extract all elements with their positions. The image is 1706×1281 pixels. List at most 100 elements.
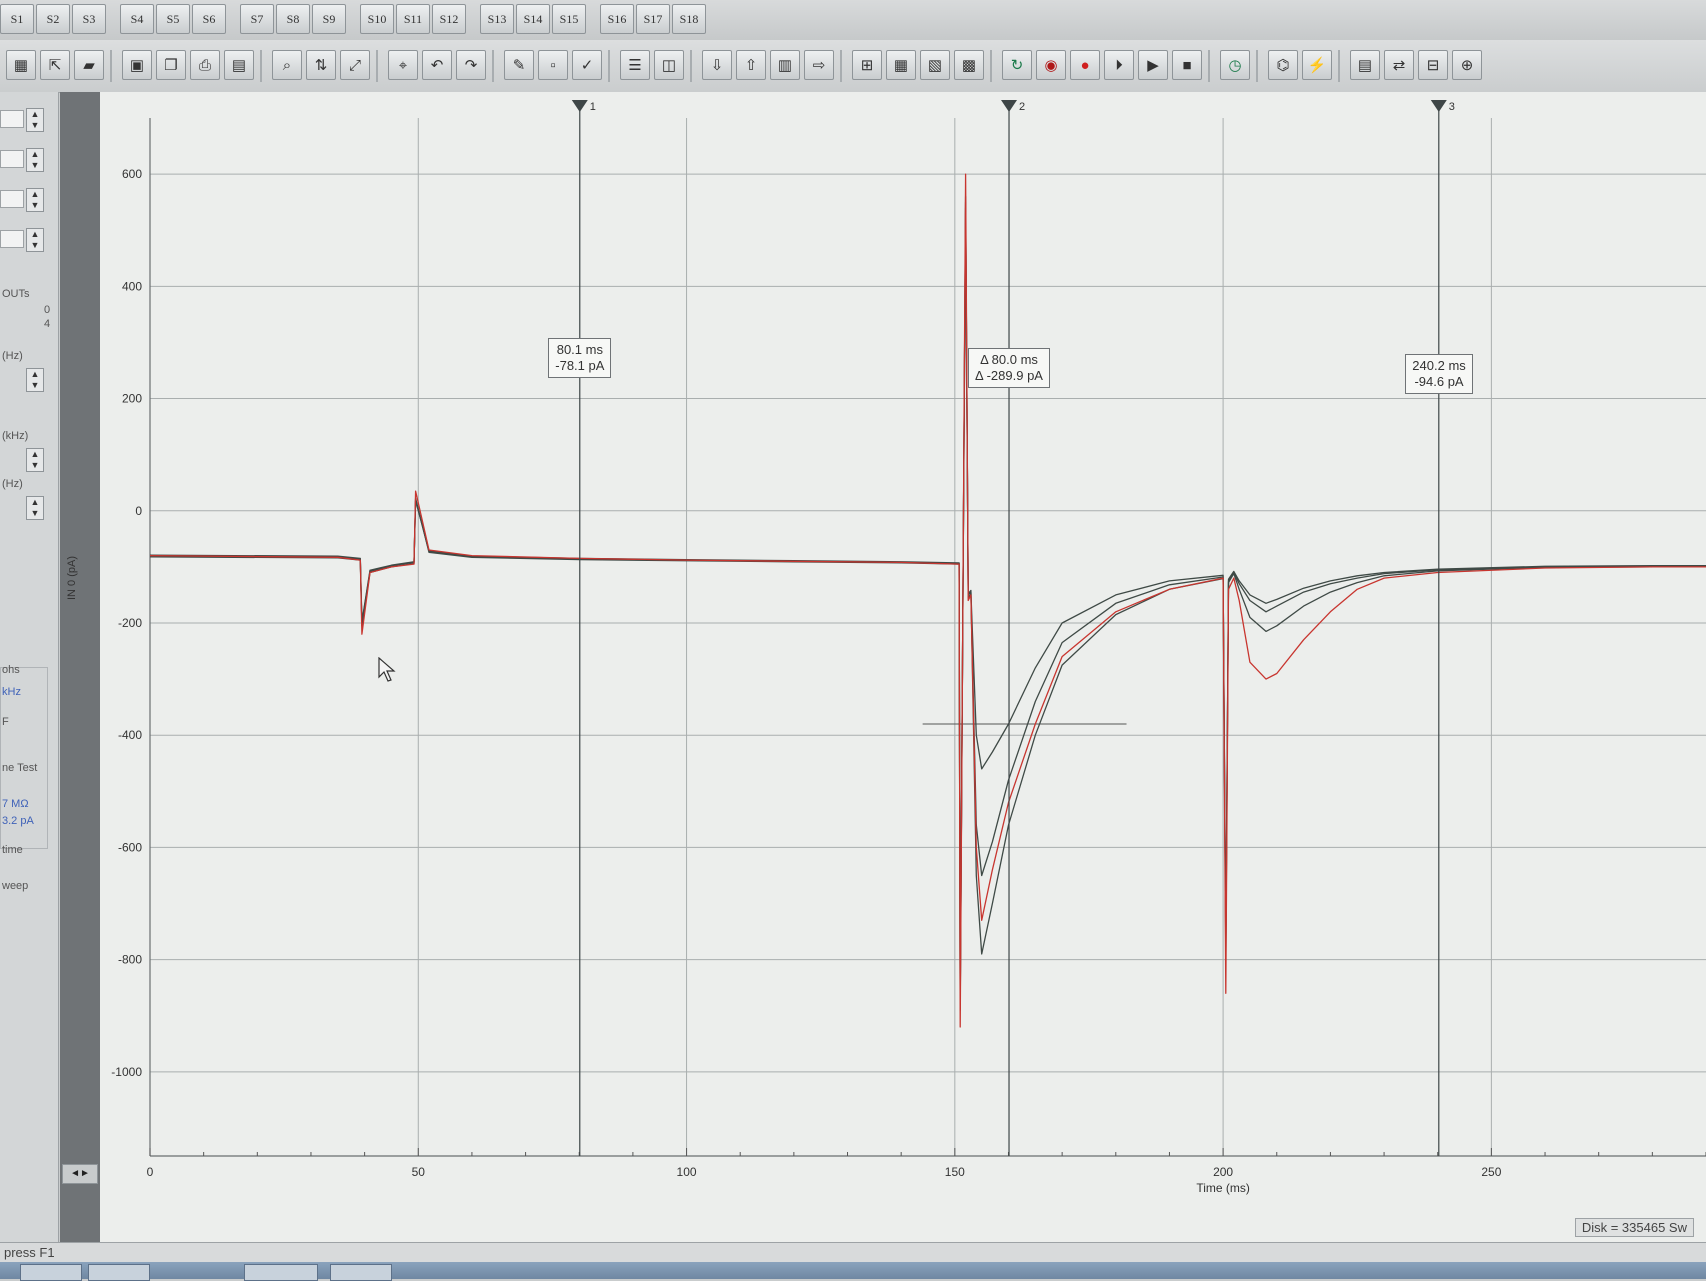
sweep-button-11[interactable]: S11 [396, 4, 430, 34]
membrane-icon[interactable]: ⚡ [1302, 50, 1332, 80]
zoom-icon[interactable]: ⌕ [272, 50, 302, 80]
record-icon[interactable]: ● [1070, 50, 1100, 80]
param-spinner-2[interactable]: ▲ ▼ [26, 148, 44, 172]
rate-spinner[interactable]: ▲ ▼ [26, 368, 44, 392]
open-icon[interactable]: ⇱ [40, 50, 70, 80]
taskbar-app-button-3[interactable] [330, 1264, 392, 1281]
fit-icon[interactable]: ⤢ [340, 50, 370, 80]
sweep-button-15[interactable]: S15 [552, 4, 586, 34]
lock-icon[interactable]: ▤ [1350, 50, 1380, 80]
sweep-button-18[interactable]: S18 [672, 4, 706, 34]
x-tick-label: 250 [1481, 1165, 1501, 1179]
chip-icon[interactable]: ⌬ [1268, 50, 1298, 80]
loop-icon[interactable]: ↻ [1002, 50, 1032, 80]
membrane-test-label[interactable]: ne Test [2, 762, 37, 774]
sweep-selector-toolbar: S1 S2 S3 S4 S5 S6 S7 S8 S9 S10 S11 S12 S13 S14 S15 S16 S… [0, 0, 1706, 41]
sweep-button-6[interactable]: S6 [192, 4, 226, 34]
param-field-2[interactable] [0, 150, 24, 168]
grid-icon[interactable]: ▩ [954, 50, 984, 80]
scroll-arrows[interactable]: ◄► [62, 1164, 98, 1184]
redo-icon[interactable]: ↷ [456, 50, 486, 80]
split-vertical-icon[interactable]: ◫ [654, 50, 684, 80]
analysis-icon[interactable]: ⊞ [852, 50, 882, 80]
sweep-button-7[interactable]: S7 [240, 4, 274, 34]
axis-scroll-strip[interactable] [60, 92, 100, 1242]
sweep-button-3[interactable]: S3 [72, 4, 106, 34]
y-tick-label: -400 [118, 728, 142, 742]
taskbar-start-button[interactable] [20, 1264, 82, 1281]
sweep-button-1[interactable]: S1 [0, 4, 34, 34]
sweep-button-9[interactable]: S9 [312, 4, 346, 34]
sweep-button-10[interactable]: S10 [360, 4, 394, 34]
param-spinner-4[interactable]: ▲ ▼ [26, 228, 44, 252]
stop-icon[interactable]: ■ [1172, 50, 1202, 80]
trace-chart[interactable]: 600 400 200 0 -200 -400 -600 -800 -1000 0 50 100 150… [100, 92, 1706, 1242]
cursor-3-current: -94.6 pA [1414, 374, 1464, 389]
x-axis-label: Time (ms) [1196, 1181, 1250, 1195]
save-protocol-icon[interactable]: ⇧ [736, 50, 766, 80]
param-spinner-3[interactable]: ▲ ▼ [26, 188, 44, 212]
undo-icon[interactable]: ↶ [422, 50, 452, 80]
param-field-3[interactable] [0, 190, 24, 208]
record-circle-icon[interactable]: ◉ [1036, 50, 1066, 80]
x-tick-label: 100 [677, 1165, 697, 1179]
status-bar: press F1 [0, 1242, 1706, 1263]
sweep-button-8[interactable]: S8 [276, 4, 310, 34]
param-spinner-1[interactable]: ▲ ▼ [26, 108, 44, 132]
save-icon[interactable]: ▣ [122, 50, 152, 80]
results-icon[interactable]: ▧ [920, 50, 950, 80]
split-horizontal-icon[interactable]: ☰ [620, 50, 650, 80]
sweep-button-5[interactable]: S5 [156, 4, 190, 34]
save-data-icon[interactable]: ▥ [770, 50, 800, 80]
copy-icon[interactable]: ❐ [156, 50, 186, 80]
sweep-button-17[interactable]: S17 [636, 4, 670, 34]
time-label: time [2, 844, 23, 856]
sweep-button-12[interactable]: S12 [432, 4, 466, 34]
sweep-button-14[interactable]: S14 [516, 4, 550, 34]
cursor-2-delta-time: Δ 80.0 ms [980, 352, 1038, 367]
current-trace-3 [149, 195, 1706, 1011]
sweep-button-13[interactable]: S13 [480, 4, 514, 34]
freq-spinner[interactable]: ▲ ▼ [26, 496, 44, 520]
export-icon[interactable]: ⇨ [804, 50, 834, 80]
param-field-4[interactable] [0, 230, 24, 248]
edit-icon[interactable]: ✎ [504, 50, 534, 80]
taskbar-app-button-1[interactable] [88, 1264, 150, 1281]
toolbar-separator [1338, 50, 1340, 82]
zoom-out-icon[interactable]: ⊟ [1418, 50, 1448, 80]
timer-icon[interactable]: ◷ [1220, 50, 1250, 80]
table-icon[interactable]: ▦ [886, 50, 916, 80]
sweep-button-4[interactable]: S4 [120, 4, 154, 34]
x-tick-label: 50 [412, 1165, 426, 1179]
play-icon[interactable]: ▶ [1138, 50, 1168, 80]
taskbar-app-button-2[interactable] [244, 1264, 318, 1281]
toolbar-separator [990, 50, 992, 82]
link-icon[interactable]: ⇄ [1384, 50, 1414, 80]
sweep-button-2[interactable]: S2 [36, 4, 70, 34]
folder-icon[interactable]: ▰ [74, 50, 104, 80]
window-icon[interactable]: ▫ [538, 50, 568, 80]
y-tick-label: 400 [122, 279, 142, 293]
scope-icon[interactable]: ⊕ [1452, 50, 1482, 80]
outs-label: OUTs [2, 288, 30, 300]
filter-spinner[interactable]: ▲ ▼ [26, 448, 44, 472]
cursor-2-handle [1001, 100, 1018, 112]
param-field-1[interactable] [0, 110, 24, 128]
cursor-3-handle [1430, 100, 1447, 112]
preview-icon[interactable]: ▤ [224, 50, 254, 80]
sweep-button-16[interactable]: S16 [600, 4, 634, 34]
print-icon[interactable]: ⎙ [190, 50, 220, 80]
disk-space-indicator: Disk = 335465 Sw [1574, 1218, 1694, 1237]
load-protocol-icon[interactable]: ⇩ [702, 50, 732, 80]
check-icon[interactable]: ✓ [572, 50, 602, 80]
cursor-mode-icon[interactable]: ⌖ [388, 50, 418, 80]
step-play-icon[interactable]: ⏵ [1104, 50, 1134, 80]
layout-icon[interactable]: ▦ [6, 50, 36, 80]
scale-icon[interactable]: ⇅ [306, 50, 336, 80]
out-0-label: 0 [44, 304, 51, 316]
scope-plot-area[interactable]: 600 400 200 0 -200 -400 -600 -800 -1000 0 50 100 150… [100, 92, 1706, 1242]
ohms-label: ohs [2, 664, 20, 676]
cursor-2-delta-readout: Δ 80.0 ms Δ -289.9 pA [968, 348, 1050, 388]
resistance-value: 7 MΩ [2, 798, 29, 810]
x-tick-label: 0 [147, 1165, 154, 1179]
